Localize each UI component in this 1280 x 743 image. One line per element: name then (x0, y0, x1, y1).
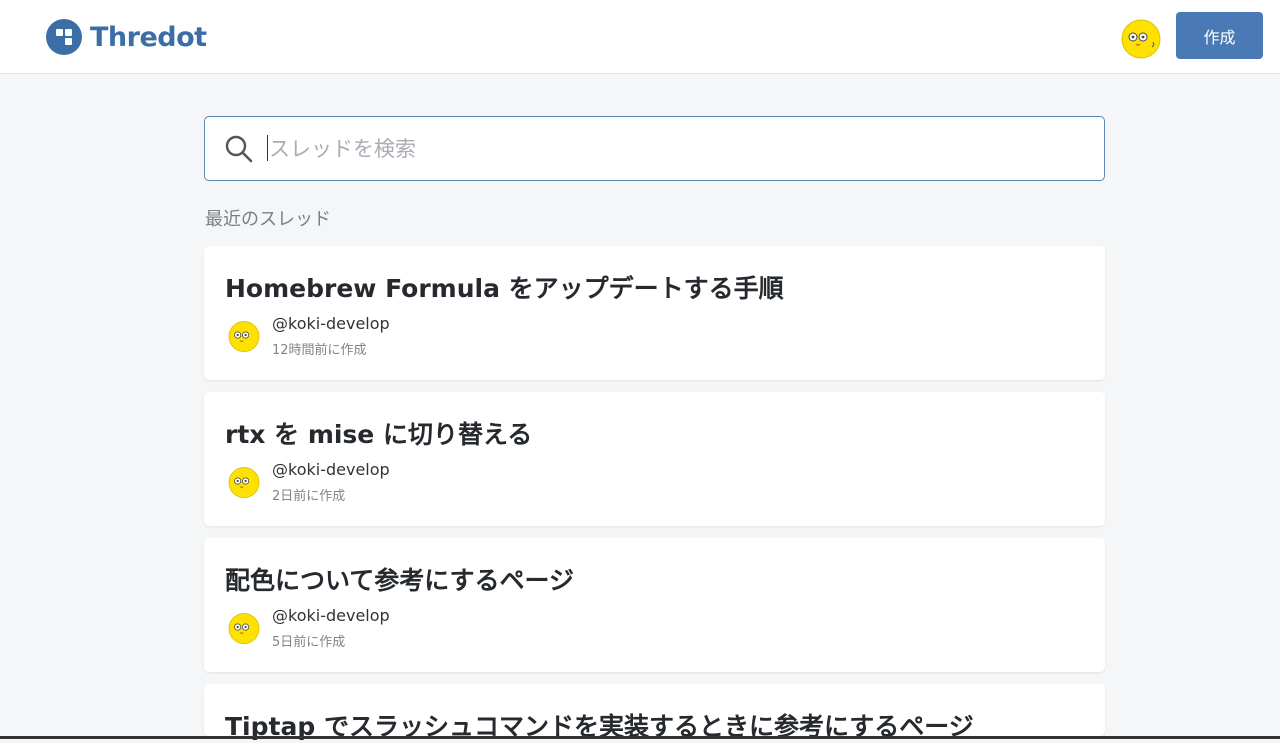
avatar-chick-icon (1121, 19, 1161, 59)
thread-author: @koki-develop (272, 460, 390, 479)
logo-text: Thredot (90, 21, 207, 53)
thread-card[interactable]: Homebrew Formula をアップデートする手順 @koki-devel… (204, 246, 1105, 380)
section-title: 最近のスレッド (205, 209, 331, 230)
text-caret (267, 135, 268, 161)
thread-author: @koki-develop (272, 606, 390, 625)
author-avatar (225, 316, 263, 354)
avatar-chick-icon (228, 321, 260, 353)
search-box[interactable] (204, 116, 1105, 181)
thread-time: 5日前に作成 (272, 635, 346, 650)
thread-author: @koki-develop (272, 314, 390, 333)
thread-title[interactable]: Homebrew Formula をアップデートする手順 (225, 269, 1085, 305)
avatar-chick-icon (228, 467, 260, 499)
thread-time: 2日前に作成 (272, 489, 346, 504)
author-avatar (225, 608, 263, 646)
create-button[interactable]: 作成 (1176, 12, 1263, 59)
thread-title[interactable]: rtx を mise に切り替える (225, 415, 1085, 451)
author-avatar (225, 462, 263, 500)
search-icon (225, 135, 253, 163)
thread-card[interactable]: rtx を mise に切り替える @koki-develop 2日前に作成 (204, 392, 1105, 526)
top-header: Thredot 作成 (0, 0, 1280, 74)
avatar-chick-icon (228, 613, 260, 645)
user-avatar[interactable] (1117, 13, 1165, 61)
thread-card[interactable]: Tiptap でスラッシュコマンドを実装するときに参考にするページ (204, 684, 1105, 741)
search-input[interactable] (269, 117, 1089, 180)
thread-card[interactable]: 配色について参考にするページ @koki-develop 5日前に作成 (204, 538, 1105, 672)
thread-time: 12時間前に作成 (272, 343, 367, 358)
thread-title[interactable]: 配色について参考にするページ (225, 561, 1085, 597)
logo[interactable]: Thredot (46, 19, 207, 55)
logo-icon (46, 19, 82, 55)
